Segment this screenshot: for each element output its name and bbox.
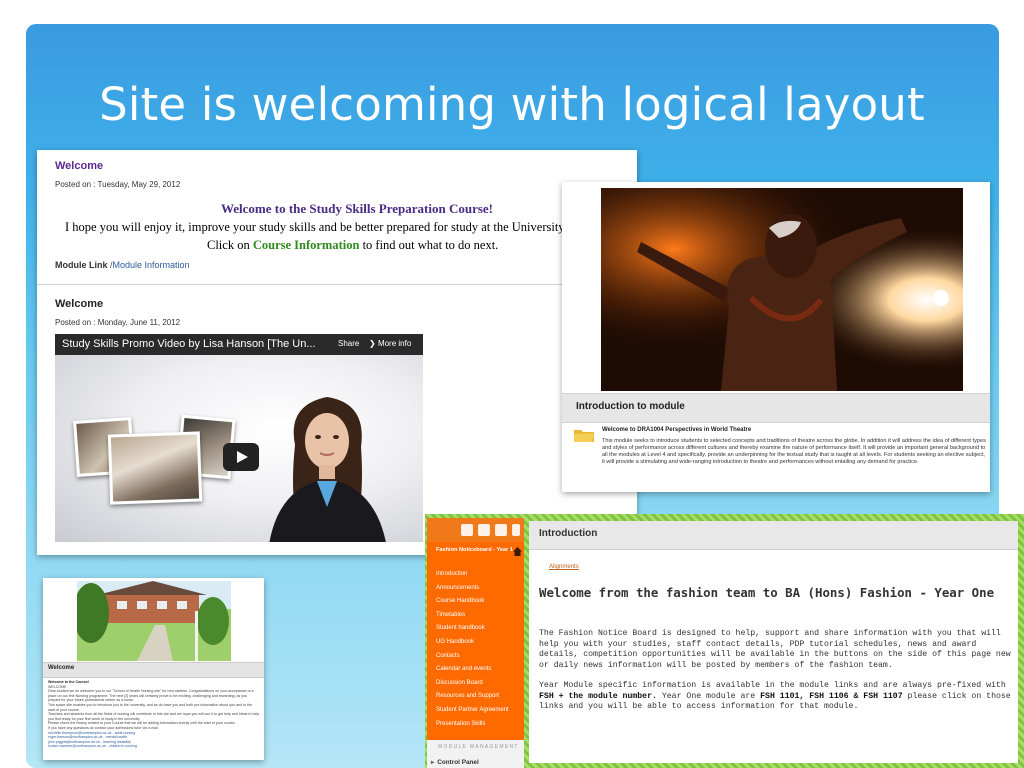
module-intro-title: Introduction to module	[576, 401, 685, 412]
course-information-link[interactable]: Course Information	[253, 238, 360, 252]
folder-tool-icon[interactable]	[478, 524, 490, 536]
menu-item-resources[interactable]: Resources and Support	[436, 690, 509, 704]
campus-building-photo	[77, 581, 231, 661]
course-menu-list: Introduction Announcements Course Handbo…	[436, 568, 509, 731]
welcome-header: Welcome	[43, 662, 264, 678]
welcome-message: Welcome to the Study Skills Preparation …	[37, 200, 637, 254]
menu-item-calendar[interactable]: Calendar and events	[436, 663, 509, 677]
welcome-guide-line: This space site enables you to introduce…	[48, 702, 253, 712]
control-panel-label: Control Panel	[437, 759, 479, 766]
sidebar-toolbar	[427, 518, 524, 542]
menu-item-student-partner[interactable]: Student Partner Agreement	[436, 704, 509, 718]
content-header: Introduction	[529, 521, 1018, 550]
contact-link[interactable]: louise.rowntree@northampton.ac.uk - chil…	[48, 744, 260, 749]
course-sidebar: Fashion Noticeboard - Year 1 Introductio…	[427, 518, 524, 768]
menu-item-course-handbook[interactable]: Course Handbook	[436, 595, 509, 609]
photo-collage	[73, 414, 236, 519]
share-button[interactable]: Share	[338, 339, 359, 348]
welcome-title: Welcome	[48, 665, 75, 671]
click-line: Click on Course Information to find out …	[37, 236, 637, 254]
study-skills-screenshot: Welcome Posted on : Tuesday, May 29, 201…	[37, 150, 637, 555]
module-text-b: FSH + the module number.	[539, 691, 657, 701]
menu-item-contacts[interactable]: Contacts	[436, 650, 509, 664]
more-info-icon: ❯	[369, 339, 378, 348]
separator	[37, 284, 637, 285]
expand-arrow-icon: ▸	[431, 759, 435, 766]
nursing-welcome-screenshot: Welcome Welcome to the Course! WELCOME D…	[43, 578, 264, 760]
hope-line: I hope you will enjoy it, improve your s…	[65, 220, 597, 234]
announcement-heading: Welcome	[55, 160, 104, 172]
menu-item-presentation-skills[interactable]: Presentation Skills	[436, 718, 509, 732]
click-post: to find out what to do next.	[362, 238, 499, 252]
menu-icon[interactable]	[461, 524, 473, 536]
welcome-line: Welcome to the Study Skills Preparation …	[220, 201, 494, 216]
module-management-label: MODULE MANAGEMENT	[438, 744, 519, 750]
presenter-figure	[269, 397, 386, 542]
welcome-teach-line: Teachers and students from all the field…	[48, 712, 260, 721]
folder-icon	[574, 430, 594, 442]
list-icon[interactable]	[495, 524, 507, 536]
theatre-module-screenshot: Introduction to module Welcome to DRA100…	[562, 182, 990, 492]
welcome-heading: Welcome from the fashion team to BA (Hon…	[539, 585, 995, 600]
module-paragraph: Year Module specific information is avai…	[539, 681, 1014, 713]
posted-date-2: Posted on : Monday, June 11, 2012	[55, 318, 181, 327]
module-link-row: Module Link /Module Information	[55, 260, 190, 270]
video-frame	[55, 355, 423, 542]
video-title-bar: Study Skills Promo Video by Lisa Hanson …	[55, 334, 423, 355]
announcement-heading-2: Welcome	[55, 298, 104, 310]
intro-paragraph: The Fashion Notice Board is designed to …	[539, 629, 1011, 670]
course-menu: Fashion Noticeboard - Year 1 Introductio…	[427, 542, 524, 740]
fashion-noticeboard-screenshot: Fashion Noticeboard - Year 1 Introductio…	[425, 514, 1024, 768]
menu-item-announcements[interactable]: Announcements	[436, 582, 509, 596]
menu-item-introduction[interactable]: Introduction	[436, 568, 509, 582]
menu-item-student-handbook[interactable]: Student handbook	[436, 622, 509, 636]
module-text-d: FSH 1101, FSH 1106 & FSH 1107	[760, 691, 903, 701]
course-name[interactable]: Fashion Noticeboard - Year 1	[436, 547, 514, 554]
content-area: Introduction Alignments Welcome from the…	[529, 521, 1018, 763]
refresh-icon[interactable]	[512, 524, 520, 536]
menu-item-ug-handbook[interactable]: UG Handbook	[436, 636, 509, 650]
play-button[interactable]	[223, 443, 259, 471]
menu-item-timetables[interactable]: Timetables	[436, 609, 509, 623]
posted-date: Posted on : Tuesday, May 29, 2012	[55, 180, 181, 189]
alignments-link[interactable]: Alignments	[549, 564, 579, 570]
module-information-link[interactable]: /Module Information	[110, 260, 190, 270]
control-panel-toggle[interactable]: ▸ Control Panel	[431, 758, 479, 766]
module-intro-header: Introduction to module	[562, 393, 990, 423]
home-icon[interactable]	[513, 547, 522, 556]
click-pre: Click on	[207, 238, 250, 252]
content-title: Introduction	[539, 528, 598, 539]
slide-title: Site is welcoming with logical layout	[99, 78, 925, 131]
module-description: This module seeks to introduce students …	[602, 438, 986, 465]
more-info-button[interactable]: ❯ More info	[369, 339, 411, 348]
module-text-c: Year One module are	[656, 691, 756, 701]
collage-photo-2	[107, 431, 203, 505]
video-player[interactable]: Study Skills Promo Video by Lisa Hanson …	[55, 334, 423, 542]
module-text-a: Year Module specific information is avai…	[539, 681, 1006, 690]
module-welcome-link[interactable]: Welcome to DRA1004 Perspectives in World…	[602, 427, 751, 433]
welcome-body: Welcome to the Course! WELCOME Dear stud…	[48, 680, 260, 749]
play-icon	[237, 451, 248, 463]
more-info-label: More info	[377, 339, 412, 348]
welcome-body-line: Dear student we do welcome you to our "S…	[48, 689, 254, 703]
video-title[interactable]: Study Skills Promo Video by Lisa Hanson …	[62, 338, 316, 350]
module-link-label: Module Link	[55, 260, 108, 270]
menu-item-discussion-board[interactable]: Discussion Board	[436, 677, 509, 691]
theatre-performance-photo	[601, 188, 963, 391]
